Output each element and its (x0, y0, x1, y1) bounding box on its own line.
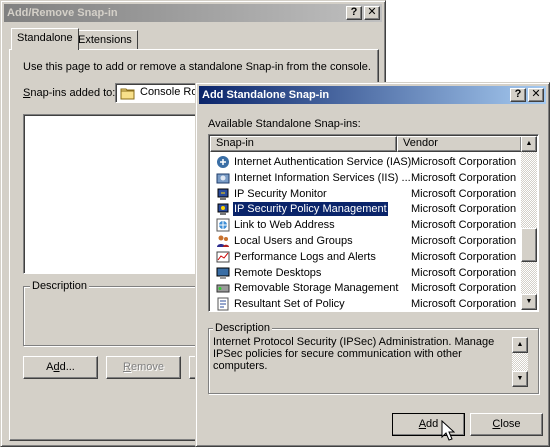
tab-extensions[interactable]: Extensions (72, 30, 138, 50)
web-link-icon (216, 218, 230, 232)
snapin-list-item[interactable]: IP Security Monitor Microsoft Corporation (211, 186, 521, 202)
available-snapins-list[interactable]: Snap-in Vendor Internet Authentication S… (208, 134, 539, 312)
snapins-label-rest: nap-ins added to: (30, 87, 116, 99)
tab-extensions-label: Extensions (78, 34, 132, 46)
snapin-vendor: Microsoft Corporation (411, 266, 517, 279)
removable-storage-icon (216, 281, 230, 295)
dialog-close-button[interactable]: ✕ (528, 88, 544, 102)
snapin-name: Performance Logs and Alerts (234, 250, 376, 263)
column-header-snapin[interactable]: Snap-in (210, 136, 397, 152)
snapin-vendor: Microsoft Corporation (411, 171, 517, 184)
snapin-name: Local Users and Groups (234, 235, 353, 247)
users-icon (216, 234, 230, 248)
snapin-list-item[interactable]: Internet Authentication Service (IAS) Mic… (211, 154, 521, 170)
desc-scroll-down-button[interactable]: ▼ (512, 371, 528, 387)
scroll-down-button[interactable]: ▼ (521, 294, 537, 310)
remote-desktop-icon (216, 266, 230, 280)
snapin-vendor: Microsoft Corporation (411, 298, 517, 311)
snapin-vendor: Microsoft Corporation (411, 203, 517, 216)
ip-policy-icon (216, 202, 230, 216)
ip-monitor-icon (216, 187, 230, 201)
main-title-bar[interactable]: Add/Remove Snap-in ? ✕ (4, 4, 382, 22)
description-scrollbar[interactable]: ▲ ▼ (512, 337, 528, 387)
snapin-list-item[interactable]: Performance Logs and Alerts Microsoft Cor… (211, 249, 521, 265)
snapin-list-item[interactable]: Local Users and Groups Microsoft Corporat… (211, 233, 521, 249)
snapin-name: Removable Storage Management (234, 282, 399, 295)
perf-logs-icon (216, 250, 230, 264)
add-button[interactable]: Add... (23, 356, 98, 379)
list-header: Snap-in Vendor (210, 136, 522, 152)
tab-standalone-label: Standalone (17, 32, 73, 44)
snapin-list-item[interactable]: Link to Web Address Microsoft Corporation (211, 217, 521, 233)
dialog-description-group: Description Internet Protocol Security (… (208, 322, 539, 394)
dialog-add-accel: A (418, 418, 427, 430)
add-standalone-snapin-dialog: Add Standalone Snap-in ? ✕ Available Sta… (195, 82, 550, 447)
snapin-vendor: Microsoft Corporation (411, 282, 517, 295)
iis-icon (216, 171, 230, 185)
available-snapins-label: Available Standalone Snap-ins: (208, 118, 361, 130)
snapin-list-item[interactable]: Resultant Set of Policy Microsoft Corpora… (211, 296, 521, 311)
remove-button[interactable]: Remove (106, 356, 181, 379)
ias-icon (216, 155, 230, 169)
folder-icon (120, 87, 136, 103)
desc-scroll-up-button[interactable]: ▲ (512, 337, 528, 353)
snapin-list-item[interactable]: Internet Information Services (IIS) ... M… (211, 170, 521, 186)
dialog-help-button[interactable]: ? (510, 88, 526, 102)
dialog-description-text: Internet Protocol Security (IPSec) Admin… (213, 336, 495, 372)
remove-label-accel: R (123, 361, 131, 373)
column-snapin-label: Snap-in (216, 137, 254, 149)
tab-standalone[interactable]: Standalone (11, 28, 79, 50)
snapins-added-label: Snap-ins added to: (23, 87, 115, 99)
main-window-title: Add/Remove Snap-in (7, 7, 118, 19)
mouse-pointer-icon (441, 419, 456, 445)
scroll-thumb[interactable] (521, 228, 537, 262)
snapin-name: IP Security Policy Management (232, 201, 389, 218)
snapin-vendor: Microsoft Corporation (411, 219, 517, 232)
dialog-close-rest: lose (500, 418, 521, 430)
snapin-name: Resultant Set of Policy (234, 298, 345, 311)
snapin-list-item[interactable]: Remote Desktops Microsoft Corporation (211, 265, 521, 281)
main-close-button[interactable]: ✕ (364, 6, 380, 20)
dialog-title: Add Standalone Snap-in (202, 89, 330, 101)
column-vendor-label: Vendor (403, 137, 438, 149)
main-description-group: Description (23, 280, 213, 346)
add-label-post: d... (59, 361, 75, 373)
snapins-added-list[interactable] (23, 114, 213, 274)
main-help-button[interactable]: ? (346, 6, 362, 20)
snapin-name: Internet Information Services (IIS) ... (234, 171, 411, 184)
dialog-description-label: Description (213, 322, 273, 334)
snapin-vendor: Microsoft Corporation (411, 250, 517, 263)
remove-label-rest: emove (130, 361, 164, 373)
scroll-up-button[interactable]: ▲ (521, 136, 537, 152)
snapin-name: Remote Desktops (234, 266, 322, 279)
snapin-name: Internet Authentication Service (IAS) (234, 156, 412, 168)
list-vertical-scrollbar[interactable]: ▲ ▼ (521, 136, 537, 310)
column-header-vendor[interactable]: Vendor (397, 136, 522, 152)
dialog-close-action-button[interactable]: Close (470, 413, 543, 436)
snapin-vendor: Microsoft Corporation (411, 156, 517, 168)
snapin-list-item[interactable]: Removable Storage Management Microsoft Co… (211, 280, 521, 296)
snapin-vendor: Microsoft Corporation (411, 187, 517, 200)
instructions-text: Use this page to add or remove a standal… (23, 61, 371, 73)
dialog-add-rest: dd (426, 418, 439, 430)
main-description-label: Description (30, 280, 90, 292)
snapin-name: Link to Web Address (234, 219, 335, 232)
snapin-list-item[interactable]: IP Security Policy Management Microsoft C… (211, 201, 521, 218)
dialog-title-bar[interactable]: Add Standalone Snap-in ? ✕ (199, 86, 546, 104)
snapin-name: IP Security Monitor (234, 187, 327, 200)
rsop-icon (216, 297, 230, 311)
snapin-vendor: Microsoft Corporation (411, 235, 517, 247)
